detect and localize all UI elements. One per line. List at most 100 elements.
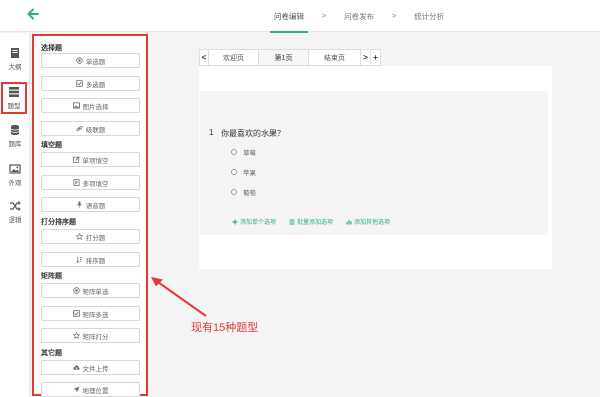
single-fill-button[interactable]: 单项填空 (41, 152, 140, 167)
image-icon (9, 164, 21, 174)
question-type-panel: 选择题 单选题 多选题 图片选择 级联题 填空题 单项填空 多项填空 语音题 打… (32, 34, 148, 397)
button-label: 多项填空 (82, 180, 109, 188)
option-item[interactable]: 苹果 (231, 167, 256, 177)
tab-end[interactable]: 结束页 (309, 49, 361, 66)
link-label: 批量添加选项 (297, 220, 334, 226)
tabs-prev-button[interactable]: < (199, 49, 209, 66)
button-label: 级联题 (85, 126, 106, 134)
button-label: 多选题 (85, 81, 106, 89)
button-label: 语音题 (85, 202, 106, 210)
rail-item-question-types[interactable]: 题型 (1, 82, 27, 114)
question-title[interactable]: 你最喜欢的水果？ (221, 128, 285, 139)
step-separator: > (322, 12, 327, 20)
step-edit[interactable]: 问卷编辑 (270, 11, 308, 33)
form-icon (73, 179, 79, 186)
image-choice-button[interactable]: 图片选择 (41, 98, 140, 113)
radio-icon (76, 57, 83, 64)
sort-icon (76, 256, 83, 263)
group-title-choice: 选择题 (41, 45, 62, 52)
rail-item-label: 题型 (7, 103, 21, 110)
link-icon (76, 126, 83, 131)
group-title-other: 其它题 (41, 350, 62, 357)
option-label: 草莓 (243, 150, 256, 157)
button-label: 单项填空 (82, 157, 109, 165)
button-label: 矩阵打分 (82, 333, 109, 341)
annotation-arrow (151, 277, 207, 317)
radio-button[interactable] (231, 169, 237, 175)
rail-item-label: 题库 (8, 141, 22, 148)
question-number: 1 (209, 128, 214, 137)
question-types-icon (9, 87, 19, 97)
step-analytics[interactable]: 统计分析 (410, 11, 448, 22)
outline-icon (11, 48, 19, 58)
checkbox-icon (76, 80, 83, 87)
multi-choice-button[interactable]: 多选题 (41, 76, 140, 91)
question-card[interactable] (200, 91, 548, 235)
add-single-option-link[interactable]: 添加单个选项 (232, 217, 276, 226)
picture-icon (72, 102, 80, 109)
rail-item-label: 大纲 (8, 64, 22, 71)
batch-add-options-link[interactable]: 批量添加选项 (289, 217, 333, 226)
database-icon (10, 124, 20, 136)
tab-page-1[interactable]: 第1页 (259, 49, 309, 66)
rail-item-outline[interactable]: 大纲 (0, 45, 30, 77)
link-label: 添加其他选项 (354, 220, 391, 226)
file-upload-button[interactable]: 文件上传 (41, 360, 140, 375)
location-button[interactable]: 地理位置 (41, 382, 140, 397)
rating-button[interactable]: 打分题 (41, 229, 140, 244)
matrix-single-button[interactable]: 矩阵单选 (41, 283, 140, 298)
tabs-next-button[interactable]: > (361, 49, 371, 66)
star-icon (75, 233, 83, 240)
cascade-button[interactable]: 级联题 (41, 121, 140, 136)
list-icon (289, 219, 295, 224)
voice-button[interactable]: 语音题 (41, 197, 140, 212)
add-page-button[interactable]: + (371, 49, 381, 66)
button-label: 矩阵多选 (82, 311, 109, 319)
star-icon (72, 332, 80, 339)
shuffle-icon (10, 201, 21, 211)
button-label: 文件上传 (82, 365, 109, 373)
button-label: 矩阵单选 (82, 288, 109, 296)
matrix-rating-button[interactable]: 矩阵打分 (41, 328, 140, 343)
group-title-matrix: 矩阵题 (41, 273, 62, 280)
rail-item-appearance[interactable]: 外观 (0, 161, 30, 193)
matrix-multi-button[interactable]: 矩阵多选 (41, 306, 140, 321)
radio-icon (72, 287, 80, 294)
arrow-left-icon[interactable] (26, 7, 40, 21)
multi-fill-button[interactable]: 多项填空 (41, 175, 140, 190)
option-label: 苹果 (243, 170, 256, 177)
top-bar: 问卷编辑 > 问卷发布 > 统计分析 (0, 0, 600, 33)
button-label: 图片选择 (82, 103, 109, 111)
group-title-rating: 打分排序题 (41, 219, 76, 226)
rail-item-label: 外观 (8, 180, 22, 187)
rail-item-label: 逻辑 (8, 217, 22, 224)
left-rail: 大纲 题型 题库 外观 逻辑 (0, 33, 30, 397)
add-other-option-link[interactable]: 添加其他选项 (346, 217, 390, 226)
button-label: 排序题 (85, 257, 106, 265)
sort-button[interactable]: 排序题 (41, 252, 140, 267)
rail-item-question-bank[interactable]: 题库 (0, 122, 30, 154)
group-title-fill: 填空题 (41, 142, 62, 149)
add-option-links: 添加单个选项 批量添加选项 添加其他选项 (232, 217, 390, 226)
checkbox-icon (72, 310, 80, 317)
radio-button[interactable] (231, 189, 237, 195)
single-choice-button[interactable]: 单选题 (41, 53, 140, 68)
annotation-text: 现有15种题型 (191, 322, 259, 334)
option-item[interactable]: 草莓 (231, 147, 256, 157)
step-publish[interactable]: 问卷发布 (340, 11, 378, 22)
bar-chart-icon (346, 219, 352, 224)
microphone-icon (77, 201, 82, 208)
location-arrow-icon (73, 386, 79, 393)
button-label: 打分题 (85, 234, 106, 242)
cloud-upload-icon (72, 365, 80, 370)
link-label: 添加单个选项 (240, 220, 277, 226)
button-label: 地理位置 (82, 387, 109, 395)
option-label: 葡萄 (243, 190, 256, 197)
tab-welcome[interactable]: 欢迎页 (209, 49, 259, 66)
page-tabs: < 欢迎页 第1页 结束页 > + (199, 49, 381, 66)
radio-button[interactable] (231, 149, 237, 155)
option-item[interactable]: 葡萄 (231, 187, 256, 197)
rail-item-logic[interactable]: 逻辑 (0, 198, 30, 230)
step-nav: 问卷编辑 > 问卷发布 > 统计分析 (270, 0, 448, 33)
plus-icon (232, 219, 238, 224)
